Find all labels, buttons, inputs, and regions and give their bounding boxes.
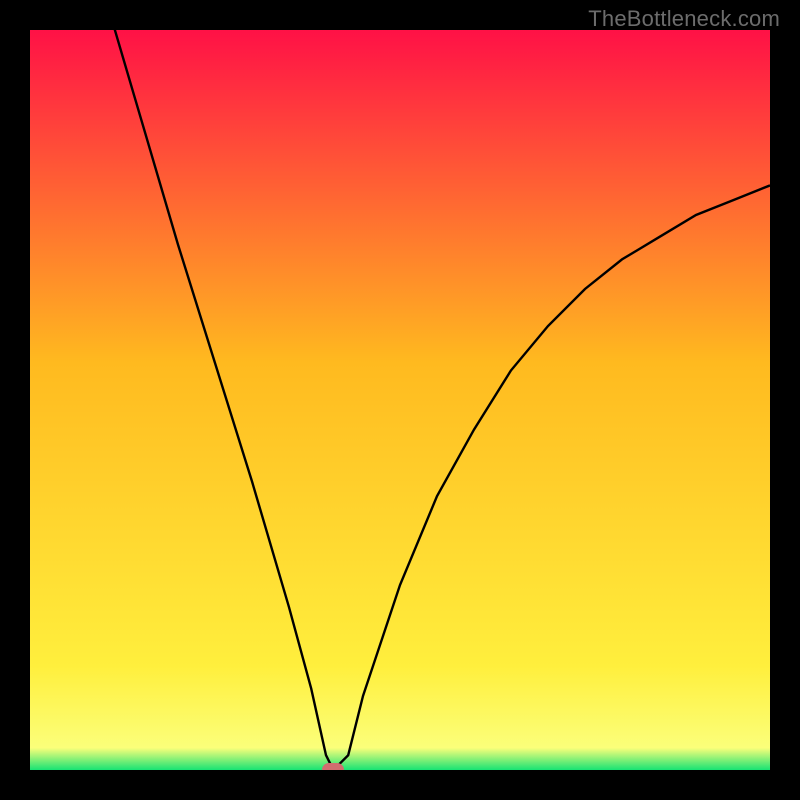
watermark-text: TheBottleneck.com xyxy=(588,6,780,32)
chart-svg xyxy=(30,30,770,770)
plot-area xyxy=(30,30,770,770)
optimal-point-marker xyxy=(322,763,344,770)
gradient-background xyxy=(30,30,770,770)
chart-frame: TheBottleneck.com xyxy=(0,0,800,800)
